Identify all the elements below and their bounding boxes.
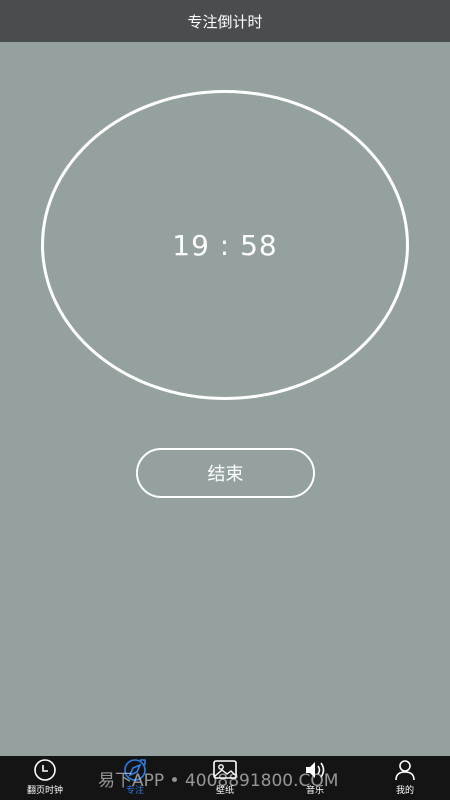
image-icon (212, 758, 238, 782)
tab-music[interactable]: 音乐 (270, 756, 360, 800)
tab-label: 我的 (395, 786, 414, 796)
tab-mine[interactable]: 我的 (360, 756, 450, 800)
tab-label: 专注 (125, 786, 144, 796)
clock-icon (32, 758, 58, 782)
page-title: 专注倒计时 (187, 12, 263, 31)
tab-label: 音乐 (305, 786, 324, 796)
countdown-ring: 19 : 58 (41, 90, 409, 400)
countdown-time: 19 : 58 (172, 228, 278, 262)
user-icon (392, 758, 418, 782)
bottom-tab-bar: 翻页时钟 专注 壁纸 音乐 我的 (0, 756, 450, 800)
tab-flip-clock[interactable]: 翻页时钟 (0, 756, 90, 800)
tab-wallpaper[interactable]: 壁纸 (180, 756, 270, 800)
end-button[interactable]: 结束 (136, 448, 315, 498)
tab-focus[interactable]: 专注 (90, 756, 180, 800)
tab-label: 壁纸 (215, 786, 234, 796)
focus-compass-icon (122, 758, 148, 782)
app-header: 专注倒计时 (0, 0, 450, 42)
tab-label: 翻页时钟 (26, 786, 63, 796)
speaker-icon (302, 758, 328, 782)
